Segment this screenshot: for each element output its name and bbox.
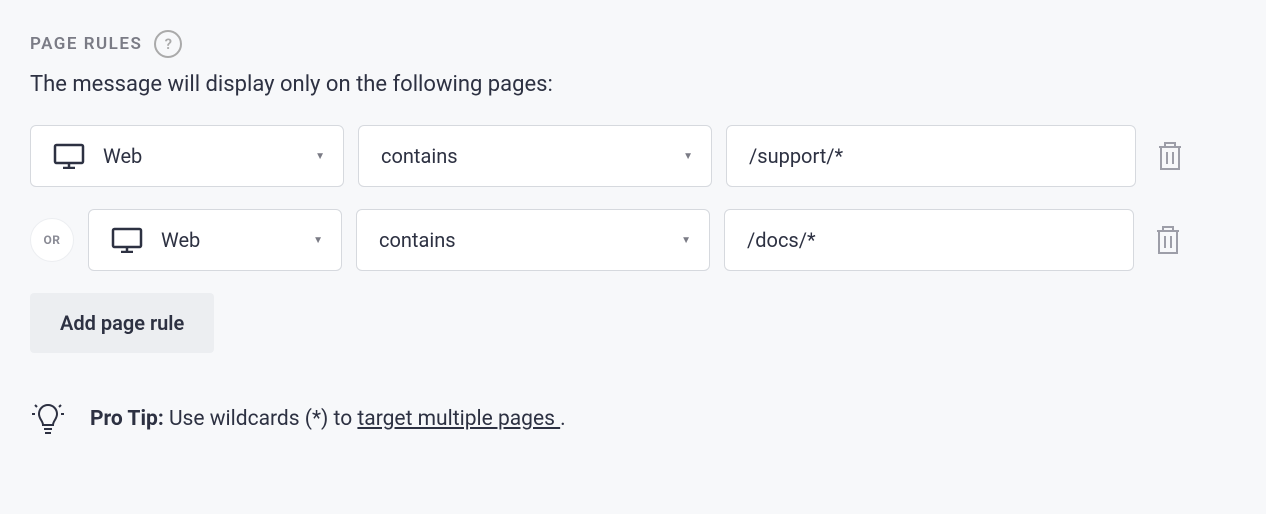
delete-rule-button[interactable] (1150, 134, 1190, 178)
pro-tip-text: Use wildcards (*) to (164, 407, 358, 431)
rule-row: OR Web ▼ contains ▼ (30, 209, 1236, 271)
help-icon[interactable]: ? (154, 30, 182, 58)
monitor-icon (53, 143, 85, 169)
rule-row: Web ▼ contains ▼ (30, 125, 1236, 187)
trash-icon (1156, 140, 1184, 172)
condition-label: contains (379, 228, 456, 252)
platform-select[interactable]: Web ▼ (88, 209, 342, 271)
pro-tip-label: Pro Tip: (90, 407, 164, 431)
platform-label: Web (103, 144, 142, 168)
monitor-icon (111, 227, 143, 253)
condition-select[interactable]: contains ▼ (356, 209, 710, 271)
chevron-down-icon: ▼ (683, 151, 693, 162)
platform-select[interactable]: Web ▼ (30, 125, 344, 187)
chevron-down-icon: ▼ (315, 151, 325, 162)
trash-icon (1154, 224, 1182, 256)
delete-rule-button[interactable] (1148, 218, 1188, 262)
rules-container: Web ▼ contains ▼ OR (30, 125, 1236, 271)
section-subtitle: The message will display only on the fol… (30, 72, 1236, 97)
or-connector-badge: OR (30, 218, 74, 262)
add-page-rule-button[interactable]: Add page rule (30, 293, 214, 353)
url-pattern-input[interactable] (726, 125, 1136, 187)
condition-select[interactable]: contains ▼ (358, 125, 712, 187)
condition-label: contains (381, 144, 458, 168)
pro-tip: Pro Tip: Use wildcards (*) to target mul… (30, 401, 1236, 437)
platform-label: Web (161, 228, 200, 252)
chevron-down-icon: ▼ (681, 235, 691, 246)
section-title: PAGE RULES (30, 34, 142, 54)
pro-tip-text-after: . (560, 407, 566, 431)
lightbulb-icon (30, 401, 66, 437)
url-pattern-input[interactable] (724, 209, 1134, 271)
chevron-down-icon: ▼ (313, 235, 323, 246)
pro-tip-link[interactable]: target multiple pages (357, 407, 560, 431)
